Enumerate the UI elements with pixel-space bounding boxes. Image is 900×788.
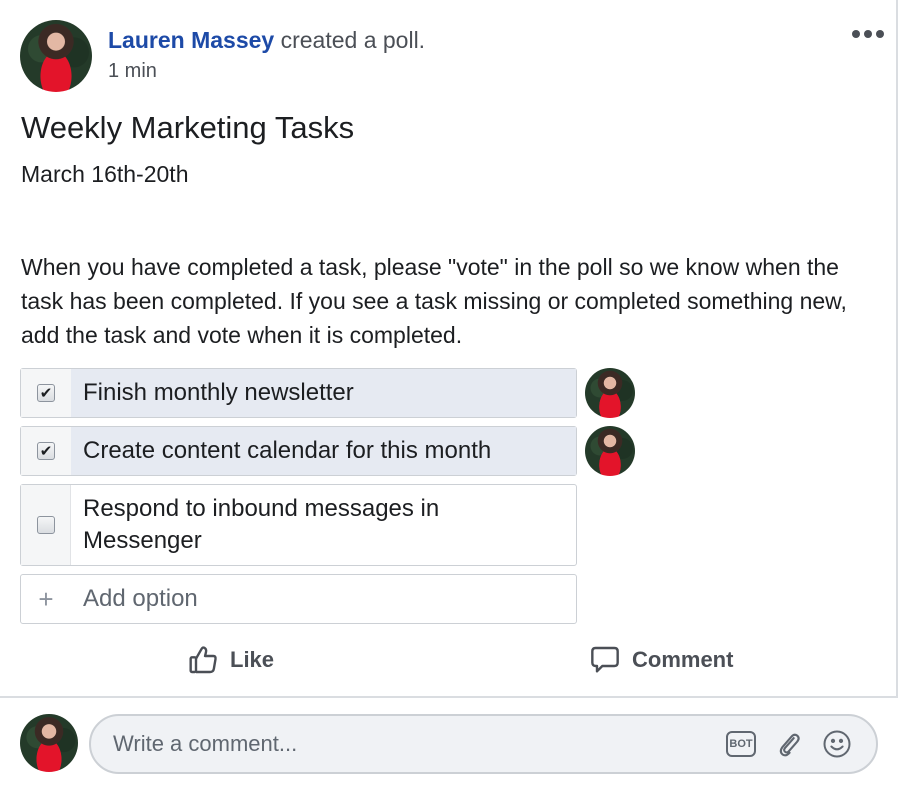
checkbox-cell: ✔	[21, 369, 71, 417]
attach-button[interactable]	[774, 729, 804, 759]
poll-option: Respond to inbound messages in Messenger	[20, 484, 640, 566]
poll-option: ✔ Finish monthly newsletter	[20, 368, 640, 418]
poll-option-label: Respond to inbound messages in Messenger	[83, 495, 440, 554]
plus-icon: +	[38, 583, 54, 614]
checkbox-cell: ✔	[21, 427, 71, 475]
like-label: Like	[230, 647, 275, 672]
comment-composer: Write a comment... BOT	[0, 700, 900, 788]
author-avatar[interactable]	[20, 20, 92, 92]
comment-input[interactable]: Write a comment... BOT	[89, 714, 878, 774]
checkbox-checked[interactable]: ✔	[37, 442, 55, 460]
more-dot	[876, 30, 884, 38]
like-button[interactable]: Like	[188, 644, 274, 676]
comment-label: Comment	[632, 647, 734, 672]
poll-option-box[interactable]: Respond to inbound messages in Messenger	[20, 484, 577, 566]
bot-button[interactable]: BOT	[726, 729, 756, 759]
post-actions: Like Comment	[0, 636, 898, 688]
poll-options: ✔ Finish monthly newsletter ✔ Create con…	[20, 368, 640, 624]
paperclip-icon	[779, 733, 800, 757]
comment-button[interactable]: Comment	[588, 644, 733, 676]
poll-option-label: Create content calendar for this month	[71, 427, 576, 475]
more-dot	[864, 30, 872, 38]
post-body: When you have completed a task, please "…	[21, 254, 847, 348]
checkbox-unchecked[interactable]	[36, 516, 55, 534]
checkbox-checked[interactable]: ✔	[37, 384, 55, 402]
post-header: Lauren Massey created a poll. 1 min	[108, 26, 425, 83]
current-user-avatar[interactable]	[20, 714, 78, 772]
composer-icons: BOT	[726, 729, 876, 759]
smiley-icon	[823, 730, 851, 758]
voter-avatar[interactable]	[585, 426, 635, 476]
poll-option-box[interactable]: ✔ Finish monthly newsletter	[20, 368, 577, 418]
author-name-link[interactable]: Lauren Massey	[108, 27, 274, 53]
more-options-button[interactable]	[850, 26, 886, 42]
comment-placeholder: Write a comment...	[113, 731, 298, 756]
post-timestamp[interactable]: 1 min	[108, 60, 425, 83]
voter-avatar[interactable]	[585, 368, 635, 418]
more-horizontal-icon	[852, 30, 860, 38]
add-option-input[interactable]: + Add option	[20, 574, 577, 624]
poll-option: ✔ Create content calendar for this month	[20, 426, 640, 476]
post-action-text: created a poll.	[280, 27, 426, 53]
comment-bubble-icon	[591, 646, 619, 673]
poll-title: Weekly Marketing Tasks	[21, 110, 355, 145]
poll-post: Lauren Massey created a poll. 1 min Week…	[0, 0, 898, 698]
add-option-placeholder: Add option	[83, 585, 198, 612]
emoji-button[interactable]	[822, 729, 852, 759]
checkbox-cell	[21, 485, 71, 565]
poll-option-label: Finish monthly newsletter	[71, 369, 576, 417]
poll-option-box[interactable]: ✔ Create content calendar for this month	[20, 426, 577, 476]
thumbs-up-icon	[189, 646, 217, 674]
bot-icon: BOT	[726, 731, 756, 757]
poll-subtitle: March 16th-20th	[21, 161, 189, 187]
